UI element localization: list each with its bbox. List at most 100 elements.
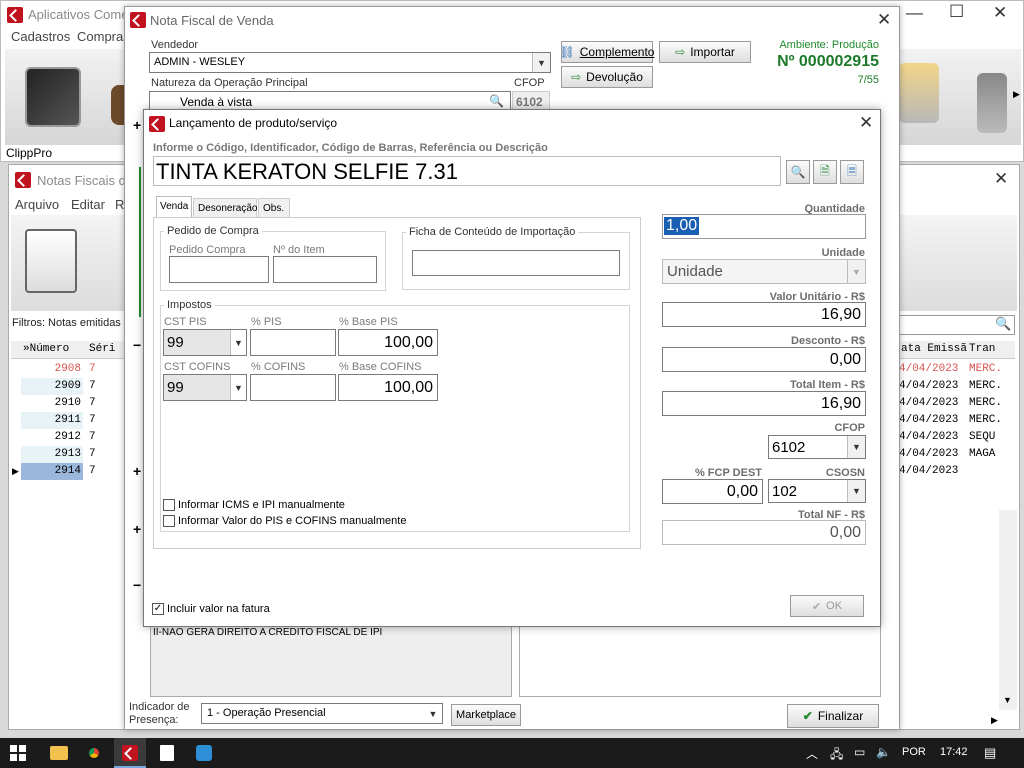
chevron-down-icon[interactable]: ▼ bbox=[424, 704, 442, 723]
expand-icon-3[interactable]: + bbox=[133, 521, 141, 537]
cell-data-emissao[interactable]: 4/04/2023 bbox=[899, 446, 969, 463]
devolucao-button[interactable]: ⇨ Devolução bbox=[561, 66, 653, 88]
menu-editar[interactable]: Editar bbox=[71, 197, 105, 212]
observacoes-box[interactable]: II-NAO GERA DIREITO A CREDITO FISCAL DE … bbox=[150, 621, 512, 697]
add-product-button[interactable]: 🗎 bbox=[813, 160, 837, 184]
vendedor-select[interactable]: ADMIN - WESLEY ▼ bbox=[149, 52, 551, 73]
valor-unitario-field[interactable]: 16,90 bbox=[662, 302, 866, 327]
cell-tran[interactable]: MERC. bbox=[969, 361, 1009, 378]
product-search-button[interactable]: 🔍 bbox=[786, 160, 810, 184]
scroll-down-icon[interactable]: ▼ bbox=[1003, 695, 1012, 705]
tab-venda[interactable]: Venda bbox=[156, 196, 192, 218]
close-icon[interactable]: ✕ bbox=[993, 4, 1007, 21]
total-item-field[interactable]: 16,90 bbox=[662, 391, 866, 416]
cell-tran[interactable]: MAGA bbox=[969, 446, 1009, 463]
icms-checkbox[interactable]: Informar ICMS e IPI manualmente bbox=[163, 499, 345, 512]
file-explorer-icon[interactable] bbox=[50, 746, 68, 760]
cell-data-emissao[interactable]: 4/04/2023 bbox=[899, 463, 969, 480]
finalizar-button[interactable]: ✔ Finalizar bbox=[787, 704, 879, 728]
tray-chevron-icon[interactable]: ︿ bbox=[806, 745, 818, 762]
collapse-icon-2[interactable]: − bbox=[133, 577, 141, 593]
cell-data-emissao[interactable]: 4/04/2023 bbox=[899, 412, 969, 429]
notas-close-icon[interactable]: ✕ bbox=[994, 170, 1008, 187]
scroll-right-icon[interactable]: ▶ bbox=[991, 715, 998, 726]
chevron-down-icon[interactable]: ▼ bbox=[847, 436, 865, 458]
cell-serie[interactable]: 7 bbox=[89, 378, 109, 395]
cell-numero[interactable]: 2909 bbox=[21, 378, 83, 395]
cell-serie[interactable]: 7 bbox=[89, 446, 109, 463]
app-taskbar-icon-3[interactable] bbox=[196, 745, 212, 761]
csosn-select[interactable]: 102 ▼ bbox=[768, 479, 866, 503]
menu-compras[interactable]: Compras bbox=[77, 29, 130, 44]
pis-cofins-checkbox[interactable]: Informar Valor do PIS e COFINS manualmen… bbox=[163, 515, 406, 528]
cell-tran[interactable] bbox=[969, 463, 1009, 480]
quantidade-field[interactable]: 1,00 bbox=[662, 214, 866, 239]
cell-numero[interactable]: 2911 bbox=[21, 412, 83, 429]
pct-pis-field[interactable] bbox=[250, 329, 336, 356]
column-header-tran[interactable]: Tran bbox=[969, 343, 995, 355]
maximize-icon[interactable]: ☐ bbox=[949, 3, 964, 20]
cell-tran[interactable]: MERC. bbox=[969, 412, 1009, 429]
expand-icon-2[interactable]: + bbox=[133, 463, 141, 479]
nota-close-icon[interactable]: ✕ bbox=[877, 11, 891, 28]
cell-tran[interactable]: MERC. bbox=[969, 378, 1009, 395]
indicador-select[interactable]: 1 - Operação Presencial ▼ bbox=[201, 703, 443, 724]
cell-data-emissao[interactable]: 4/04/2023 bbox=[899, 361, 969, 378]
clipp-taskbar-icon[interactable] bbox=[114, 738, 146, 768]
product-search-input[interactable]: TINTA KERATON SELFIE 7.31 bbox=[153, 156, 781, 186]
cell-tran[interactable]: MERC. bbox=[969, 395, 1009, 412]
chrome-icon[interactable] bbox=[86, 745, 102, 761]
cst-pis-select[interactable]: 99 ▼ bbox=[163, 329, 247, 356]
chevron-down-icon[interactable]: ▼ bbox=[230, 375, 246, 400]
desconto-field[interactable]: 0,00 bbox=[662, 347, 866, 372]
cell-numero[interactable]: 2912 bbox=[21, 429, 83, 446]
cell-serie[interactable]: 7 bbox=[89, 429, 109, 446]
fatura-checkbox[interactable]: ✓ Incluir valor na fatura bbox=[152, 603, 270, 616]
menu-arquivo[interactable]: Arquivo bbox=[15, 197, 59, 212]
cell-data-emissao[interactable]: 4/04/2023 bbox=[899, 378, 969, 395]
expand-icon-1[interactable]: + bbox=[133, 117, 141, 133]
cst-cofins-select[interactable]: 99 ▼ bbox=[163, 374, 247, 401]
volume-icon[interactable]: 🔈 bbox=[876, 745, 891, 759]
ok-button[interactable]: ✔ OK bbox=[790, 595, 864, 617]
product-detail-button[interactable]: 🗏 bbox=[840, 160, 864, 184]
notas-search-icon[interactable]: 🔍 bbox=[995, 316, 1011, 332]
item-field[interactable] bbox=[273, 256, 377, 283]
pedido-compra-field[interactable] bbox=[169, 256, 269, 283]
complemento-button[interactable]: ⛓ Complemento bbox=[560, 41, 654, 63]
natureza-search-icon[interactable]: 🔍 bbox=[489, 94, 504, 108]
dialog-close-icon[interactable]: ✕ bbox=[859, 114, 873, 131]
cell-numero[interactable]: 2908 bbox=[21, 361, 83, 378]
ficha-field[interactable] bbox=[412, 250, 620, 276]
money-icon[interactable] bbox=[899, 63, 939, 123]
chevron-down-icon[interactable]: ▼ bbox=[230, 330, 246, 355]
language-indicator[interactable]: POR bbox=[902, 746, 926, 758]
cell-numero[interactable]: 2913 bbox=[21, 446, 83, 463]
display-icon[interactable]: ▭ bbox=[854, 745, 865, 759]
chart-app-icon[interactable] bbox=[25, 67, 81, 127]
ribbon-scroll-right-icon[interactable]: ▶ bbox=[1013, 89, 1020, 100]
cfop-select[interactable]: 6102 ▼ bbox=[768, 435, 866, 459]
app-taskbar-icon-2[interactable] bbox=[160, 745, 174, 761]
cell-serie[interactable]: 7 bbox=[89, 463, 109, 480]
collapse-icon-1[interactable]: − bbox=[133, 337, 141, 353]
cell-tran[interactable]: SEQU bbox=[969, 429, 1009, 446]
cell-data-emissao[interactable]: 4/04/2023 bbox=[899, 395, 969, 412]
cell-numero[interactable]: 2910 bbox=[21, 395, 83, 412]
column-header-data-emissao[interactable]: ata Emissã bbox=[901, 343, 967, 355]
column-header-serie[interactable]: Séri bbox=[89, 343, 115, 355]
cell-numero[interactable]: 2914 bbox=[21, 463, 83, 480]
base-pis-field[interactable]: 100,00 bbox=[338, 329, 438, 356]
tab-desoneracao[interactable]: Desoneração bbox=[193, 198, 257, 218]
base-cofins-field[interactable]: 100,00 bbox=[338, 374, 438, 401]
pct-cofins-field[interactable] bbox=[250, 374, 336, 401]
menu-cadastros[interactable]: Cadastros bbox=[11, 29, 70, 44]
fcp-field[interactable]: 0,00 bbox=[662, 479, 763, 504]
chevron-down-icon[interactable]: ▼ bbox=[532, 53, 550, 72]
chevron-down-icon[interactable]: ▼ bbox=[847, 260, 865, 283]
windows-start-icon[interactable] bbox=[10, 745, 26, 761]
unidade-select[interactable]: Unidade ▼ bbox=[662, 259, 866, 284]
cell-data-emissao[interactable]: 4/04/2023 bbox=[899, 429, 969, 446]
clock[interactable]: 17:42 bbox=[940, 746, 968, 758]
cell-serie[interactable]: 7 bbox=[89, 361, 109, 378]
